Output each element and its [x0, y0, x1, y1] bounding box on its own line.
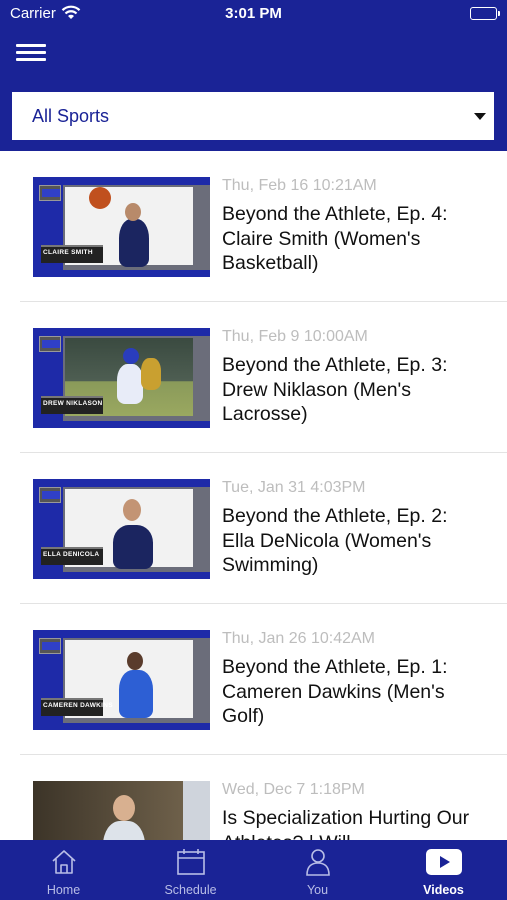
video-list-item[interactable]: Wed, Dec 7 1:18PM Is Specialization Hurt… [0, 755, 507, 840]
tab-you[interactable]: You [254, 840, 381, 900]
hamburger-menu-icon[interactable] [16, 42, 46, 64]
tab-schedule[interactable]: Schedule [127, 840, 254, 900]
video-title: Beyond the Athlete, Ep. 2: Ella DeNicola… [222, 505, 448, 576]
video-thumbnail: DREW NIKLASON [33, 328, 210, 428]
thumbnail-name: CLAIRE SMITH [43, 249, 93, 256]
video-date: Thu, Jan 26 10:42AM [222, 630, 375, 647]
video-thumbnail: ELLA DENICOLA [33, 479, 210, 579]
video-list-item[interactable]: CLAIRE SMITH Thu, Feb 16 10:21AM Beyond … [0, 151, 507, 302]
battery-icon [470, 7, 500, 20]
video-date: Wed, Dec 7 1:18PM [222, 781, 365, 798]
home-icon [50, 848, 78, 881]
video-thumbnail: CLAIRE SMITH [33, 177, 210, 277]
thumbnail-name: CAMEREN DAWKINS [43, 702, 113, 709]
tab-schedule-label: Schedule [164, 883, 217, 897]
video-list-item[interactable]: CAMEREN DAWKINS Thu, Jan 26 10:42AM Beyo… [0, 604, 507, 755]
thumbnail-name: ELLA DENICOLA [43, 551, 100, 558]
video-title: Is Specialization Hurting Our Athletes? … [222, 807, 470, 840]
sport-filter-value: All Sports [32, 106, 110, 126]
tab-videos[interactable]: Videos [380, 840, 507, 900]
tab-videos-label: Videos [423, 883, 464, 897]
header: Carrier 3:01 PM All Sports [0, 0, 507, 151]
chevron-down-icon [474, 113, 486, 120]
video-thumbnail: CAMEREN DAWKINS [33, 630, 210, 730]
video-thumbnail [33, 781, 210, 840]
status-bar: Carrier 3:01 PM [0, 0, 507, 30]
tab-you-label: You [306, 883, 329, 897]
tab-home-label: Home [46, 883, 81, 897]
tab-bar: Home Schedule You Videos [0, 840, 507, 900]
video-date: Thu, Feb 9 10:00AM [222, 328, 368, 345]
person-icon [305, 848, 331, 881]
video-title: Beyond the Athlete, Ep. 1: Cameren Dawki… [222, 656, 448, 727]
video-list: CLAIRE SMITH Thu, Feb 16 10:21AM Beyond … [0, 151, 507, 840]
clock: 3:01 PM [225, 5, 282, 22]
video-date: Thu, Feb 16 10:21AM [222, 177, 377, 194]
video-date: Tue, Jan 31 4:03PM [222, 479, 366, 496]
thumbnail-name: DREW NIKLASON [43, 400, 103, 407]
video-list-item[interactable]: DREW NIKLASON Thu, Feb 9 10:00AM Beyond … [0, 302, 507, 453]
tab-home[interactable]: Home [0, 840, 127, 900]
calendar-icon [176, 848, 206, 881]
play-icon [425, 848, 463, 881]
video-title: Beyond the Athlete, Ep. 4: Claire Smith … [222, 203, 448, 274]
sport-filter-select[interactable]: All Sports [12, 92, 494, 140]
video-title: Beyond the Athlete, Ep. 3: Drew Niklason… [222, 354, 448, 425]
video-list-item[interactable]: ELLA DENICOLA Tue, Jan 31 4:03PM Beyond … [0, 453, 507, 604]
